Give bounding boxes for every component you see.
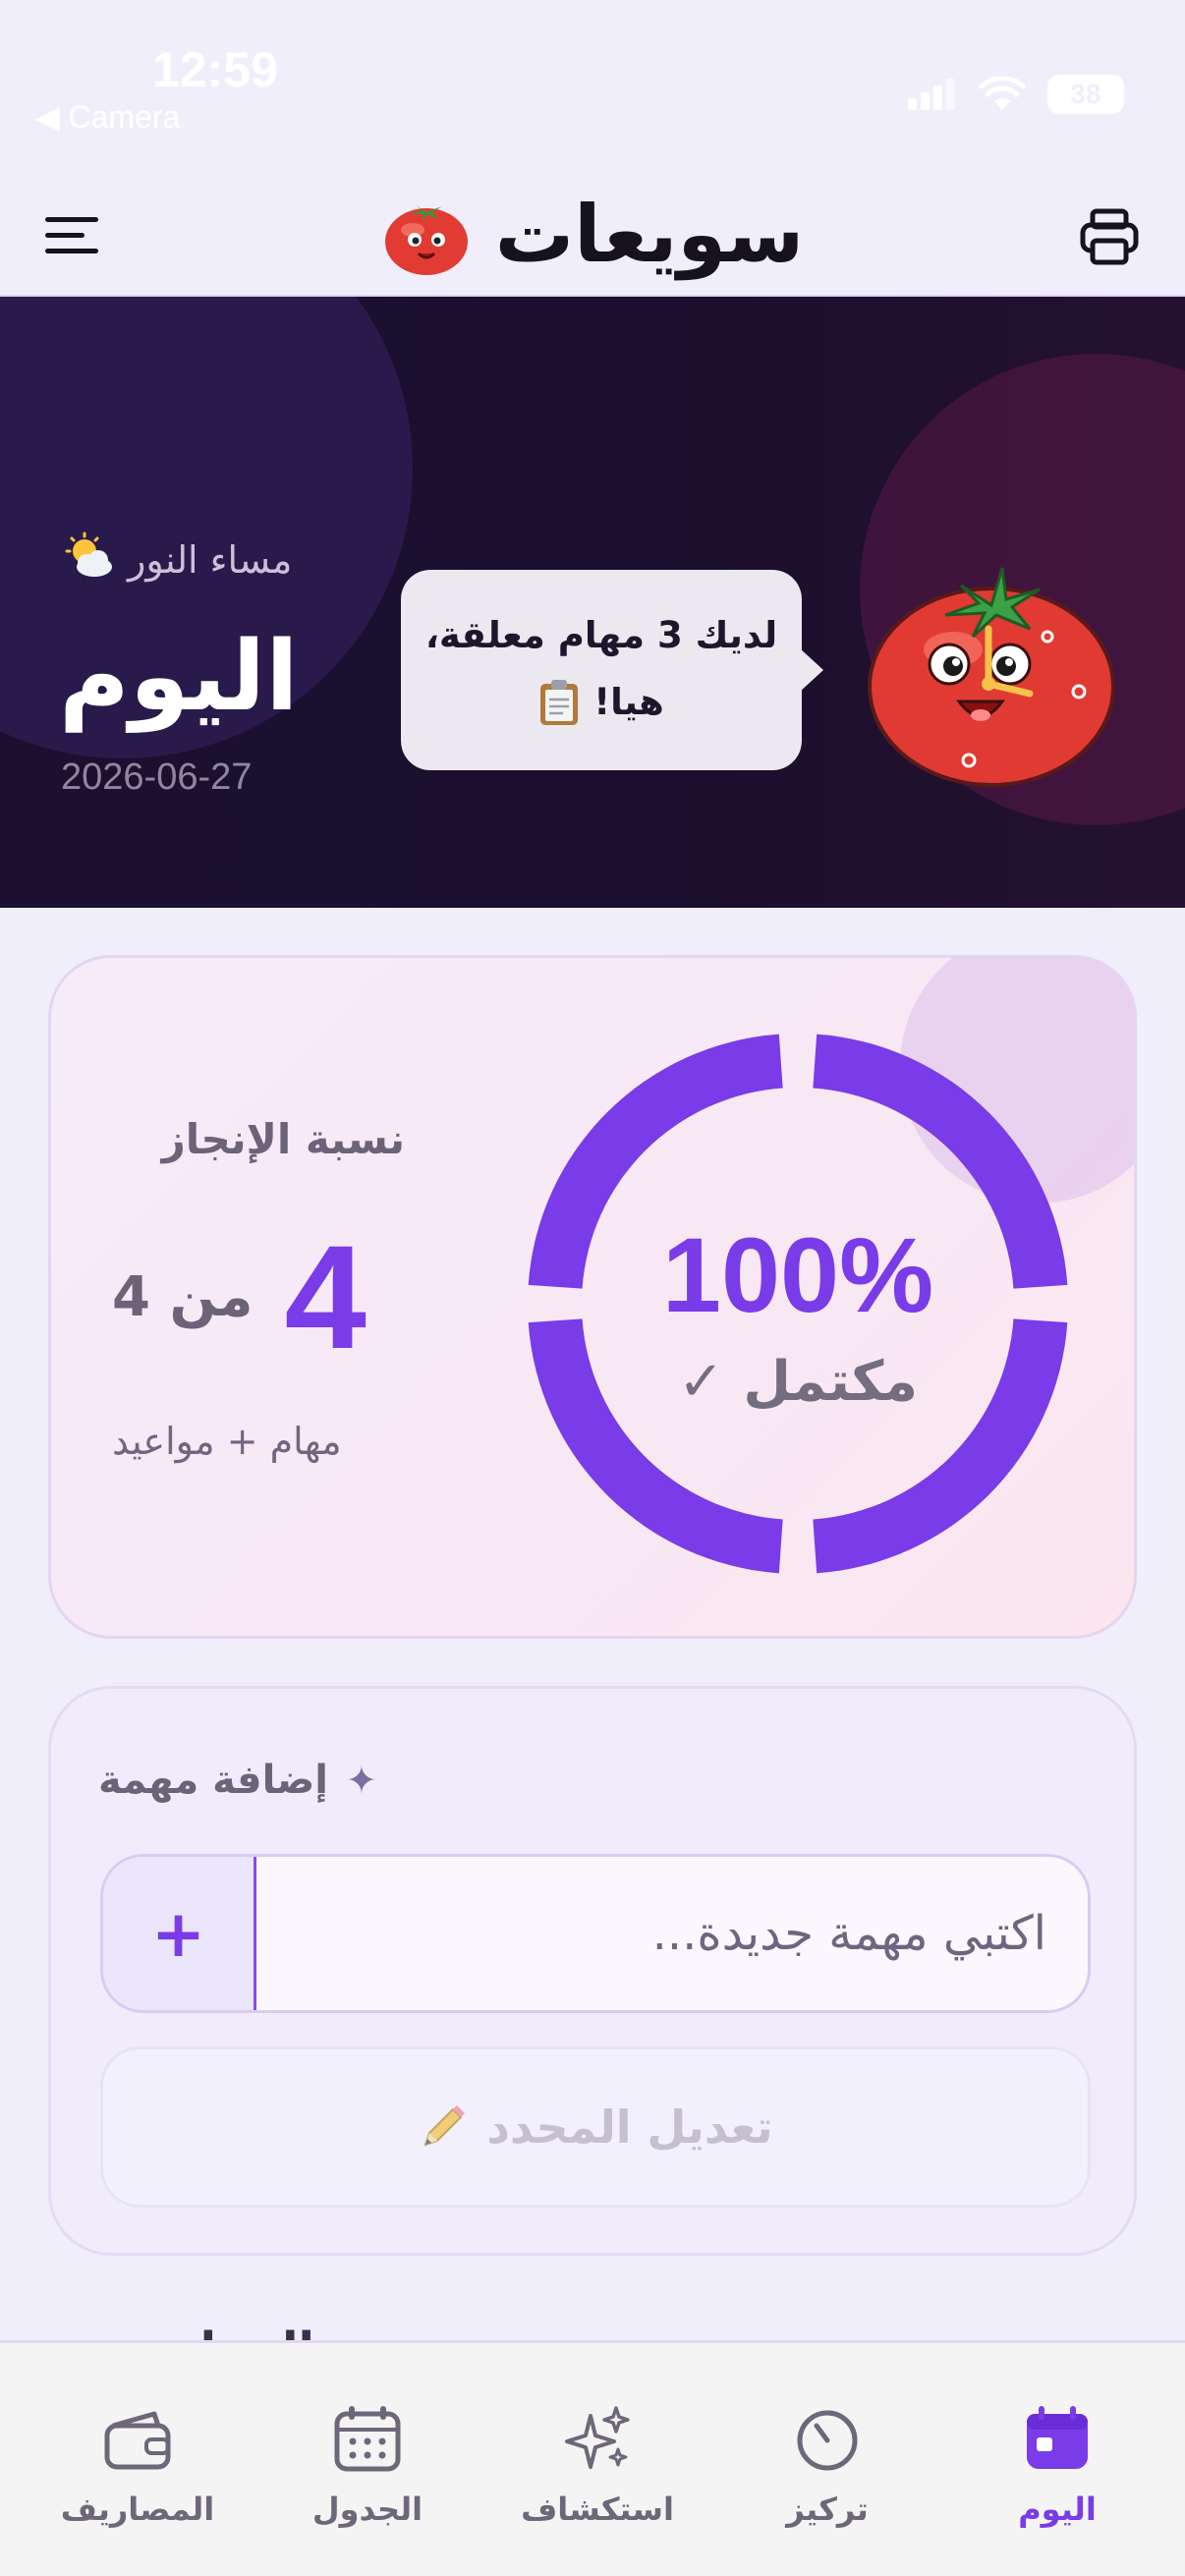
greeting-text: مساء النور xyxy=(128,538,293,582)
sparkles-icon xyxy=(565,2406,630,2469)
task-count: 4 من 4 xyxy=(112,1214,367,1379)
hero-date: 2026-06-27 xyxy=(61,756,253,798)
app-title: سويعات xyxy=(494,188,805,280)
task-input[interactable] xyxy=(260,1857,1088,2010)
battery-icon: 38 xyxy=(1047,75,1124,114)
bubble-line-2-text: هيا! xyxy=(593,681,664,723)
nav-schedule[interactable]: الجدول xyxy=(269,2402,466,2576)
brand: سويعات xyxy=(373,187,812,281)
nav-focus[interactable]: تركيز xyxy=(729,2402,926,2576)
wifi-icon xyxy=(979,77,1026,110)
tomato-mascot-icon xyxy=(868,567,1115,787)
bubble-line-2: هيا! xyxy=(538,678,664,727)
menu-button[interactable] xyxy=(43,214,100,257)
print-button[interactable] xyxy=(1079,206,1140,267)
nav-label: المصاريف xyxy=(60,2491,215,2528)
timer-icon xyxy=(797,2410,858,2471)
tomato-logo-icon xyxy=(384,204,468,275)
done-count: 4 xyxy=(284,1213,367,1379)
nav-label: اليوم xyxy=(1018,2491,1097,2528)
completion-label: نسبة الإنجاز xyxy=(161,1115,405,1163)
nav-explore[interactable]: استكشاف xyxy=(499,2402,696,2576)
greeting: مساء النور xyxy=(61,532,292,588)
pencil-icon xyxy=(423,2105,466,2147)
completion-percent: 100% xyxy=(661,1215,934,1334)
add-task-title: ✦ إضافة مهمة xyxy=(98,1758,377,1803)
total-count: من 4 xyxy=(112,1264,254,1329)
print-icon xyxy=(1080,208,1139,265)
nav-label: استكشاف xyxy=(521,2491,674,2528)
hero-banner: مساء النور اليوم 2026-06-27 لديك 3 مهام … xyxy=(0,297,1185,908)
app-header: سويعات xyxy=(0,167,1185,297)
wallet-icon xyxy=(104,2411,171,2470)
calendar-grid-icon xyxy=(334,2406,401,2472)
mascot-speech-bubble: لديك 3 مهام معلقة، هيا! xyxy=(401,570,823,770)
nav-label: تركيز xyxy=(786,2491,869,2528)
edit-selected-button[interactable]: تعديل المحدد xyxy=(100,2046,1091,2208)
add-task-title-text: إضافة مهمة xyxy=(98,1758,329,1803)
nav-label: الجدول xyxy=(311,2491,423,2528)
add-task-button[interactable]: + xyxy=(103,1857,256,2010)
back-to-camera-link[interactable]: ◀ Camera xyxy=(35,98,180,136)
menu-icon xyxy=(45,217,98,253)
donut-center: 100% مكتمل ✓ xyxy=(523,1029,1073,1579)
signal-icon xyxy=(908,79,955,110)
bottom-nav: اليوم تركيز استكشاف الجدول المصاريف xyxy=(0,2340,1185,2576)
calendar-today-icon xyxy=(1027,2406,1088,2469)
sun-cloud-icon xyxy=(61,532,116,589)
status-bar: 12:59 ◀ Camera 38 xyxy=(0,0,1185,167)
add-task-card: ✦ إضافة مهمة + تعديل المحدد xyxy=(48,1686,1137,2256)
status-icons: 38 xyxy=(908,75,1124,114)
status-time: 12:59 xyxy=(152,42,278,97)
bubble-line-1: لديك 3 مهام معلقة، xyxy=(424,613,778,656)
edit-selected-label: تعديل المحدد xyxy=(486,2100,773,2154)
task-input-row: + xyxy=(100,1854,1091,2013)
completion-status: مكتمل ✓ xyxy=(677,1350,919,1414)
nav-today[interactable]: اليوم xyxy=(959,2402,1156,2576)
progress-card: نسبة الإنجاز 4 من 4 مهام + مواعيد 100% م… xyxy=(48,955,1137,1639)
count-subtitle: مهام + مواعيد xyxy=(112,1420,342,1463)
sparkle-icon: ✦ xyxy=(346,1759,377,1802)
page-title: اليوم xyxy=(59,621,299,733)
nav-expenses[interactable]: المصاريف xyxy=(39,2402,236,2576)
clipboard-icon xyxy=(540,679,579,725)
